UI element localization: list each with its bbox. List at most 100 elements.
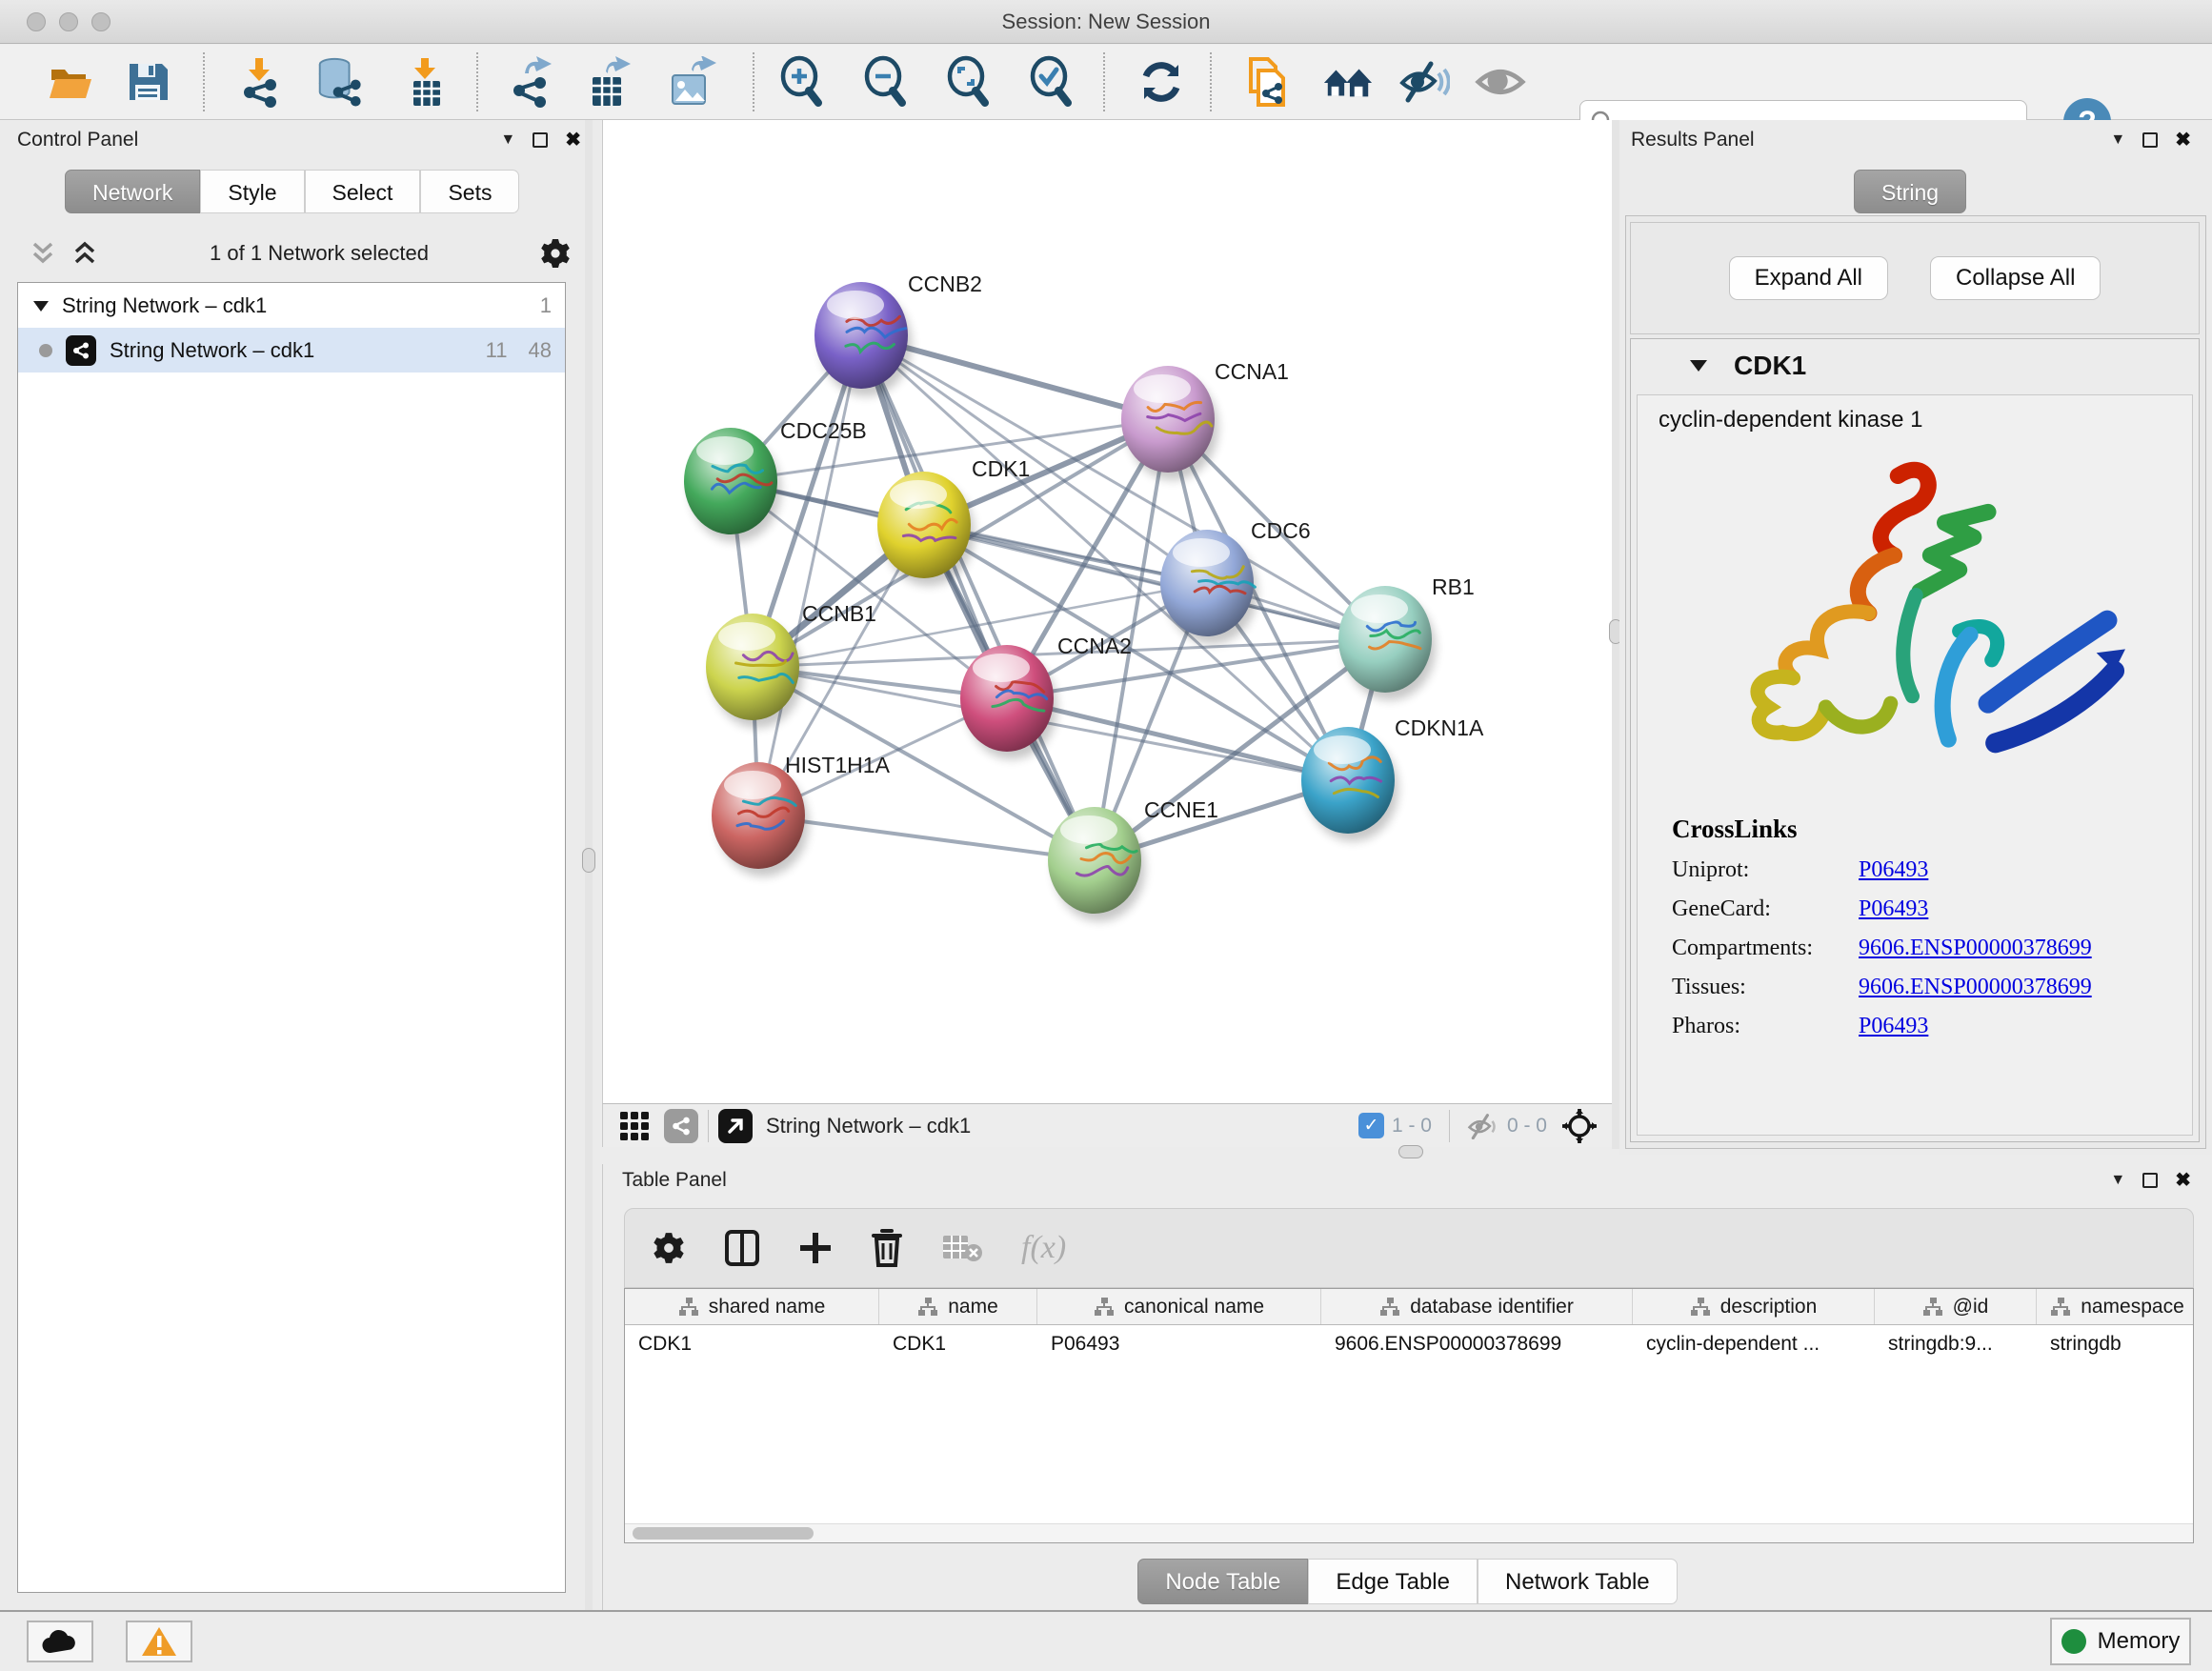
table-cell[interactable]: stringdb:9...: [1875, 1325, 2037, 1363]
scrollbar-thumb[interactable]: [633, 1527, 814, 1540]
table-options-gear-icon[interactable]: [652, 1231, 686, 1265]
collapse-panel-icon[interactable]: ▼: [2110, 1172, 2125, 1189]
expand-all-button[interactable]: Expand All: [1729, 256, 1888, 300]
column-header[interactable]: canonical name: [1037, 1289, 1321, 1324]
home-houses-icon: [1322, 58, 1374, 106]
table-cell[interactable]: stringdb: [2037, 1325, 2194, 1363]
network-node-cdc6[interactable]: CDC6: [1160, 518, 1311, 644]
tab-edge-table[interactable]: Edge Table: [1308, 1559, 1478, 1604]
tab-select[interactable]: Select: [305, 170, 421, 213]
import-network-from-database-button[interactable]: [312, 56, 364, 108]
clone-network-button[interactable]: [1238, 56, 1290, 108]
close-panel-icon[interactable]: ✖: [2175, 1168, 2191, 1192]
collapse-panel-icon[interactable]: ▼: [500, 131, 515, 149]
table-row[interactable]: CDK1CDK1P064939606.ENSP00000378699cyclin…: [625, 1325, 2193, 1363]
open-in-window-icon[interactable]: [718, 1109, 753, 1143]
import-network-from-file-button[interactable]: [234, 56, 286, 108]
network-edge[interactable]: [758, 335, 861, 815]
first-neighbors-button[interactable]: [1322, 56, 1374, 108]
collapse-all-button[interactable]: Collapse All: [1930, 256, 2101, 300]
column-manager-icon[interactable]: [724, 1229, 760, 1267]
zoom-in-button[interactable]: [775, 56, 827, 108]
crosslink-value-link[interactable]: P06493: [1859, 896, 1928, 922]
export-image-button[interactable]: [666, 56, 717, 108]
network-node-ccnb1[interactable]: CCNB1: [706, 601, 876, 728]
zoom-fit-button[interactable]: [942, 56, 994, 108]
close-panel-icon[interactable]: ✖: [565, 128, 581, 151]
tab-network-table[interactable]: Network Table: [1478, 1559, 1678, 1604]
column-type-icon: [917, 1297, 938, 1318]
table-horizontal-scrollbar[interactable]: [625, 1523, 2193, 1542]
network-collection-row[interactable]: String Network – cdk1 1: [18, 283, 565, 328]
table-cell[interactable]: cyclin-dependent ...: [1633, 1325, 1875, 1363]
delete-column-trash-icon[interactable]: [871, 1229, 903, 1267]
crosslink-value-link[interactable]: 9606.ENSP00000378699: [1859, 975, 2092, 1000]
zoom-selected-button[interactable]: [1025, 56, 1076, 108]
table-cell[interactable]: P06493: [1037, 1325, 1321, 1363]
network-node-ccna2[interactable]: CCNA2: [960, 634, 1132, 759]
node-table[interactable]: shared namenamecanonical namedatabase id…: [624, 1288, 2194, 1543]
collapse-panel-icon[interactable]: ▼: [2110, 131, 2125, 149]
column-header[interactable]: namespace: [2037, 1289, 2194, 1324]
column-header[interactable]: description: [1633, 1289, 1875, 1324]
open-session-button[interactable]: [44, 56, 95, 108]
network-selection-status: 1 of 1 Network selected: [99, 241, 539, 266]
tab-style[interactable]: Style: [200, 170, 304, 213]
tab-node-table[interactable]: Node Table: [1137, 1559, 1308, 1604]
network-view[interactable]: CCNB2 CCNA1 CDC25BCDK1 CDC6 RB1 CCNB1 CCNA2 CDK…: [602, 120, 1612, 1103]
column-header[interactable]: shared name: [625, 1289, 879, 1324]
node-label: RB1: [1432, 574, 1475, 599]
save-session-button[interactable]: [122, 56, 173, 108]
crosslink-value-link[interactable]: P06493: [1859, 1014, 1928, 1039]
network-node-cdk1[interactable]: CDK1: [877, 456, 1030, 586]
table-cell[interactable]: CDK1: [625, 1325, 879, 1363]
refresh-view-button[interactable]: [1136, 56, 1187, 108]
left-splitter-handle[interactable]: [582, 848, 595, 873]
network-node-hist1h1a[interactable]: HIST1H1A: [712, 753, 891, 876]
network-node-ccna1[interactable]: CCNA1: [1121, 359, 1289, 480]
network-node-ccnb2[interactable]: CCNB2: [814, 272, 982, 396]
network-node-cdc25b[interactable]: CDC25B: [684, 418, 867, 542]
table-cell[interactable]: 9606.ENSP00000378699: [1321, 1325, 1633, 1363]
navigator-crosshair-icon[interactable]: [1560, 1107, 1599, 1145]
tab-sets[interactable]: Sets: [420, 170, 519, 213]
collapse-triangle-icon[interactable]: [31, 298, 50, 313]
network-graph[interactable]: CCNB2 CCNA1 CDC25BCDK1 CDC6 RB1 CCNB1 CCNA2 CDK…: [603, 120, 1612, 1103]
warnings-button[interactable]: [126, 1621, 192, 1662]
function-builder-icon: f(x): [1021, 1230, 1066, 1266]
float-panel-icon[interactable]: [2142, 1173, 2158, 1188]
float-panel-icon[interactable]: [2142, 132, 2158, 148]
column-header[interactable]: database identifier: [1321, 1289, 1633, 1324]
cloud-status-button[interactable]: [27, 1621, 93, 1662]
collapse-all-networks-icon[interactable]: [29, 241, 57, 266]
selected-nodes-checkbox[interactable]: ✓: [1358, 1113, 1384, 1138]
table-cell[interactable]: CDK1: [879, 1325, 1037, 1363]
zoom-out-button[interactable]: [859, 56, 911, 108]
table-splitter-handle[interactable]: [1398, 1145, 1423, 1158]
network-options-gear-icon[interactable]: [539, 237, 572, 270]
network-edge[interactable]: [861, 335, 1095, 860]
network-node-ccne1[interactable]: CCNE1: [1048, 797, 1218, 921]
tab-string-results[interactable]: String: [1854, 170, 1966, 213]
show-graphics-details-button[interactable]: [1475, 56, 1526, 108]
network-node-rb1[interactable]: RB1: [1338, 574, 1475, 700]
string-network-badge-icon[interactable]: [664, 1109, 698, 1143]
grid-view-icon[interactable]: [618, 1110, 651, 1142]
hide-selected-button[interactable]: [1398, 56, 1450, 108]
column-header[interactable]: name: [879, 1289, 1037, 1324]
close-panel-icon[interactable]: ✖: [2175, 128, 2191, 151]
collapse-gene-triangle-icon[interactable]: [1688, 357, 1709, 374]
export-network-button[interactable]: [506, 56, 557, 108]
crosslink-value-link[interactable]: P06493: [1859, 857, 1928, 883]
import-table-from-file-button[interactable]: [400, 56, 452, 108]
network-node-cdkn1a[interactable]: CDKN1A: [1301, 715, 1484, 841]
crosslink-value-link[interactable]: 9606.ENSP00000378699: [1859, 936, 2092, 961]
column-header[interactable]: @id: [1875, 1289, 2037, 1324]
tab-network[interactable]: Network: [65, 170, 200, 213]
float-panel-icon[interactable]: [533, 132, 548, 148]
memory-button[interactable]: Memory: [2050, 1618, 2191, 1665]
add-column-icon[interactable]: [798, 1231, 833, 1265]
expand-all-networks-icon[interactable]: [70, 241, 99, 266]
export-table-button[interactable]: [583, 56, 634, 108]
network-row[interactable]: String Network – cdk1 11 48: [18, 328, 565, 372]
